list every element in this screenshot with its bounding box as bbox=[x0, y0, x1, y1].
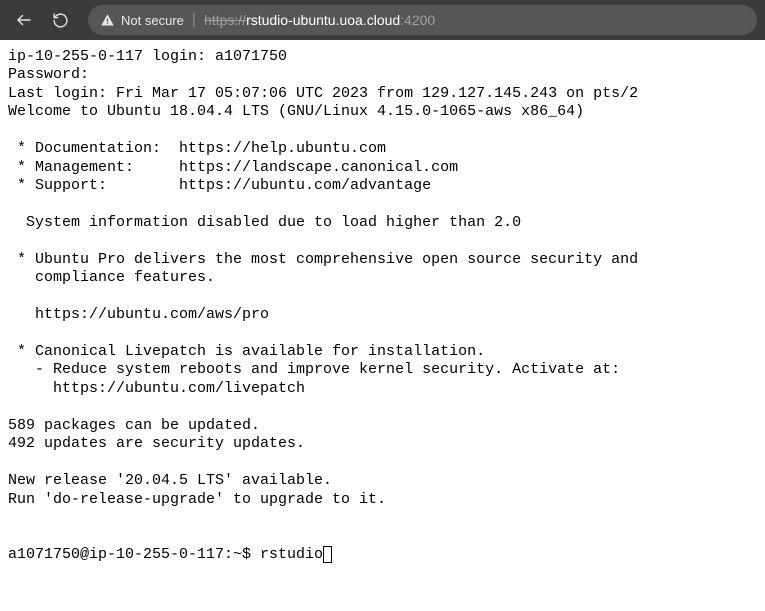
refresh-icon bbox=[52, 12, 69, 29]
browser-toolbar: Not secure | https://rstudio-ubuntu.uoa.… bbox=[0, 0, 765, 40]
ubuntu-pro-url: https://ubuntu.com/aws/pro bbox=[8, 306, 269, 323]
livepatch-line-3: https://ubuntu.com/livepatch bbox=[8, 380, 305, 397]
terminal-cursor bbox=[323, 546, 332, 563]
mgmt-line: * Management: https://landscape.canonica… bbox=[8, 159, 458, 176]
ubuntu-pro-line-2: compliance features. bbox=[8, 269, 215, 286]
address-bar[interactable]: Not secure | https://rstudio-ubuntu.uoa.… bbox=[88, 5, 757, 35]
welcome-line: Welcome to Ubuntu 18.04.4 LTS (GNU/Linux… bbox=[8, 103, 584, 120]
url-port: :4200 bbox=[400, 12, 435, 28]
arrow-left-icon bbox=[15, 11, 33, 29]
refresh-button[interactable] bbox=[44, 4, 76, 36]
doc-line: * Documentation: https://help.ubuntu.com bbox=[8, 140, 386, 157]
sec-updates-line: 492 updates are security updates. bbox=[8, 435, 305, 452]
terminal-output[interactable]: ip-10-255-0-117 login: a1071750 Password… bbox=[0, 40, 765, 572]
url-text: https://rstudio-ubuntu.uoa.cloud:4200 bbox=[204, 12, 435, 28]
last-login-line: Last login: Fri Mar 17 05:07:06 UTC 2023… bbox=[8, 85, 638, 102]
ubuntu-pro-line-1: * Ubuntu Pro delivers the most comprehen… bbox=[8, 251, 638, 268]
security-badge[interactable]: Not secure bbox=[100, 13, 184, 28]
warning-icon bbox=[100, 13, 115, 28]
password-line: Password: bbox=[8, 66, 89, 83]
livepatch-line-1: * Canonical Livepatch is available for i… bbox=[8, 343, 485, 360]
sysinfo-line: System information disabled due to load … bbox=[8, 214, 521, 231]
security-label: Not secure bbox=[121, 13, 184, 28]
login-line: ip-10-255-0-117 login: a1071750 bbox=[8, 48, 287, 65]
pkg-updates-line: 589 packages can be updated. bbox=[8, 417, 260, 434]
back-button[interactable] bbox=[8, 4, 40, 36]
shell-prompt: a1071750@ip-10-255-0-117:~$ bbox=[8, 546, 260, 563]
shell-command: rstudio bbox=[260, 546, 323, 563]
separator: | bbox=[192, 11, 196, 29]
url-protocol: https:// bbox=[204, 12, 246, 28]
livepatch-line-2: - Reduce system reboots and improve kern… bbox=[8, 361, 620, 378]
upgrade-hint-line: Run 'do-release-upgrade' to upgrade to i… bbox=[8, 491, 386, 508]
new-release-line: New release '20.04.5 LTS' available. bbox=[8, 472, 332, 489]
support-line: * Support: https://ubuntu.com/advantage bbox=[8, 177, 431, 194]
url-host: rstudio-ubuntu.uoa.cloud bbox=[246, 12, 400, 28]
